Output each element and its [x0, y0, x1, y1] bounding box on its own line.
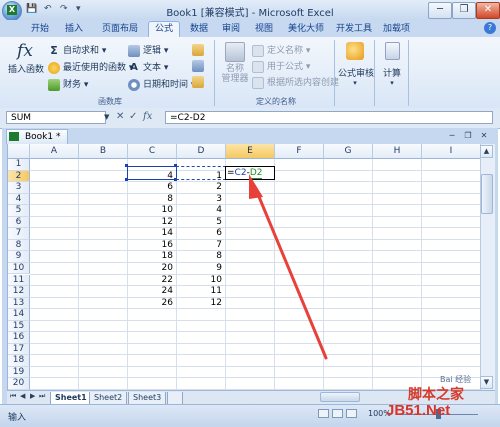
qat-customize-icon[interactable]: ▾ [76, 4, 81, 16]
excel-logo-icon: X [7, 5, 17, 15]
datetime-label: 日期和时间 ▾ [143, 80, 196, 90]
logical-icon [128, 44, 140, 57]
horizontal-scroll-thumb[interactable] [320, 392, 360, 402]
define-name-label: 定义名称 ▾ [267, 46, 311, 56]
first-sheet-icon[interactable]: ⏮ [10, 392, 16, 401]
status-mode: 输入 [8, 413, 27, 423]
save-icon[interactable]: 💾 [26, 4, 37, 16]
help-icon[interactable]: ? [484, 22, 496, 34]
office-button[interactable]: X [2, 1, 22, 21]
create-from-selection-button[interactable]: 根据所选内容创建 [252, 75, 339, 89]
page-layout-view-button[interactable] [332, 409, 343, 418]
next-sheet-icon[interactable]: ▶ [30, 392, 35, 400]
name-manager-button[interactable]: 名称 管理器 [220, 42, 250, 84]
use-in-formula-button[interactable]: 用于公式 ▾ [252, 59, 310, 73]
enter-icon[interactable]: ✓ [129, 111, 137, 122]
create-from-selection-icon [252, 76, 264, 89]
window-title: Book1 [兼容模式] - Microsoft Excel [166, 8, 334, 19]
tab-view[interactable]: 视图 [249, 22, 279, 37]
insert-function-icon[interactable]: fx [143, 111, 152, 122]
text-label: 文本 ▾ [143, 63, 169, 73]
defined-names-group-label: 定义的名称 [256, 97, 296, 106]
create-from-selection-label: 根据所选内容创建 [267, 78, 340, 88]
money-icon [48, 78, 60, 91]
undo-icon[interactable]: ↶ [44, 4, 52, 16]
define-name-button[interactable]: 定义名称 ▾ [252, 43, 310, 57]
vertical-scroll-thumb[interactable] [481, 174, 493, 214]
formula-auditing-label: 公式审核 [338, 69, 375, 79]
scroll-up-arrow[interactable]: ▲ [480, 145, 493, 158]
prev-sheet-icon[interactable]: ◀ [20, 392, 25, 400]
page-break-view-button[interactable] [346, 409, 357, 418]
formula-input[interactable]: =C2-D2 [165, 111, 493, 124]
fx-icon: fx [17, 41, 33, 61]
tab-home[interactable]: 开始 [25, 22, 55, 37]
arrow-shaft [255, 190, 328, 360]
workbook-minimize-button[interactable]: ─ [446, 130, 458, 141]
scroll-down-arrow[interactable]: ▼ [480, 376, 493, 389]
tab-data[interactable]: 数据 [184, 22, 214, 37]
calculation-button[interactable]: 计算 ▾ [378, 42, 406, 87]
annotation-arrow [249, 174, 328, 360]
sigma-icon: Σ [50, 43, 58, 57]
recently-used-button[interactable]: 最近使用的函数 ▾ [48, 60, 133, 74]
financial-button[interactable]: 财务 ▾ [48, 77, 88, 91]
name-box[interactable]: SUM [6, 111, 106, 124]
workbook-icon [9, 132, 19, 141]
text-button[interactable]: A 文本 ▾ [128, 60, 168, 74]
calculation-label: 计算 [382, 69, 401, 79]
minimize-button[interactable]: ─ [428, 2, 452, 19]
recently-used-label: 最近使用的函数 ▾ [63, 63, 134, 73]
name-manager-label: 名称 管理器 [221, 64, 249, 84]
auditing-dropdown-icon: ▾ [353, 79, 357, 87]
cancel-icon[interactable]: ✕ [116, 111, 124, 122]
tab-insert[interactable]: 插入 [59, 22, 89, 37]
autosum-label: 自动求和 ▾ [63, 46, 107, 56]
name-box-dropdown-icon[interactable]: ▼ [104, 113, 109, 121]
formula-auditing-button[interactable]: 公式审核 ▾ [338, 42, 375, 87]
lookup-icon[interactable] [192, 44, 204, 56]
worksheet-grid[interactable]: A B C D E F G H I 1 2 3 4 5 6 7 8 9 10 11 12 13 14 15 1… [7, 144, 481, 390]
name-manager-icon [225, 42, 245, 62]
auditing-icon [346, 42, 364, 60]
calculation-dropdown-icon: ▾ [390, 79, 394, 87]
watermark-line1: 脚本之家 [408, 387, 464, 403]
tab-add-ins[interactable]: 加载项 [377, 22, 416, 37]
tab-page-layout[interactable]: 页面布局 [96, 22, 144, 37]
autosum-button[interactable]: Σ 自动求和 ▾ [48, 43, 106, 57]
workbook-restore-button[interactable]: ❐ [462, 130, 474, 141]
workbook-close-button[interactable]: ✕ [478, 130, 490, 141]
datetime-button[interactable]: 日期和时间 ▾ [128, 77, 195, 91]
group-separator [334, 40, 335, 106]
logical-label: 逻辑 ▾ [143, 46, 169, 56]
define-name-icon [252, 44, 264, 57]
insert-function-label: 插入函数 [8, 65, 45, 75]
watermark-line2: JB51.Net [386, 402, 451, 419]
star-icon [48, 61, 60, 74]
maximize-button[interactable]: ❐ [452, 2, 476, 19]
clock-icon [128, 78, 140, 91]
arrow-head [249, 174, 263, 199]
insert-function-button[interactable]: fx 插入函数 [8, 41, 45, 75]
logical-button[interactable]: 逻辑 ▾ [128, 43, 168, 57]
tab-developer[interactable]: 开发工具 [330, 22, 378, 37]
tab-formulas[interactable]: 公式 [148, 21, 181, 37]
calculator-icon [384, 42, 400, 60]
tab-beautify-master[interactable]: 美化大师 [282, 22, 330, 37]
math-trig-icon[interactable] [192, 60, 204, 72]
use-in-formula-icon [252, 60, 264, 73]
group-separator [214, 40, 215, 106]
last-sheet-icon[interactable]: ⏭ [39, 392, 45, 401]
normal-view-button[interactable] [318, 409, 329, 418]
tab-review[interactable]: 审阅 [216, 22, 246, 37]
close-button[interactable]: ✕ [476, 2, 500, 19]
text-a-icon: A [130, 61, 138, 73]
more-functions-icon[interactable] [192, 76, 204, 88]
financial-label: 财务 ▾ [63, 80, 89, 90]
function-library-group-label: 函数库 [98, 97, 122, 106]
group-separator [374, 40, 375, 106]
use-in-formula-label: 用于公式 ▾ [267, 62, 311, 72]
group-separator [408, 40, 409, 106]
redo-icon[interactable]: ↷ [60, 4, 68, 16]
